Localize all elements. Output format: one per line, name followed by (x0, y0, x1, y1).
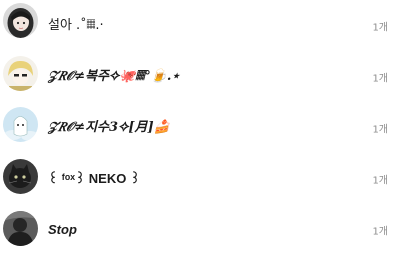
list-item[interactable]: 설아 .˚𝄜.· 1개 (0, 0, 394, 52)
chat-name: 설아 .˚𝄜.· (48, 18, 104, 33)
item-count: 1개 (372, 22, 388, 34)
black-cat-avatar (3, 159, 38, 194)
chat-name: 𝒵𝑅𝒪≠복주✧🐙𝄜°🍺.⋆ (48, 69, 180, 84)
chat-list: 설아 .˚𝄜.· 1개 𝒵𝑅𝒪≠복주✧🐙𝄜°🍺.⋆ 1개 𝒵𝑅𝒪≠지수3✧[月]… (0, 0, 394, 248)
item-count: 1개 (372, 124, 388, 136)
list-item[interactable]: Stop 1개 (0, 204, 394, 256)
list-item[interactable]: ꒰ ᶠᵒˣ꒱ NEKO ꒱ 1개 (0, 153, 394, 205)
blonde-character-avatar (3, 56, 38, 91)
item-count: 1개 (372, 226, 388, 238)
chat-name: 𝒵𝑅𝒪≠지수3✧[月]🍰 (48, 120, 170, 135)
dark-figure-avatar (3, 211, 38, 246)
list-item[interactable]: 𝒵𝑅𝒪≠지수3✧[月]🍰 1개 (0, 102, 394, 154)
girl-black-hair-avatar (3, 3, 38, 38)
item-count: 1개 (372, 73, 388, 85)
list-item[interactable]: 𝒵𝑅𝒪≠복주✧🐙𝄜°🍺.⋆ 1개 (0, 51, 394, 103)
chat-name: ꒰ ᶠᵒˣ꒱ NEKO ꒱ (48, 171, 141, 186)
white-cat-avatar (3, 107, 38, 142)
item-count: 1개 (372, 175, 388, 187)
chat-name: Stop (48, 222, 77, 237)
